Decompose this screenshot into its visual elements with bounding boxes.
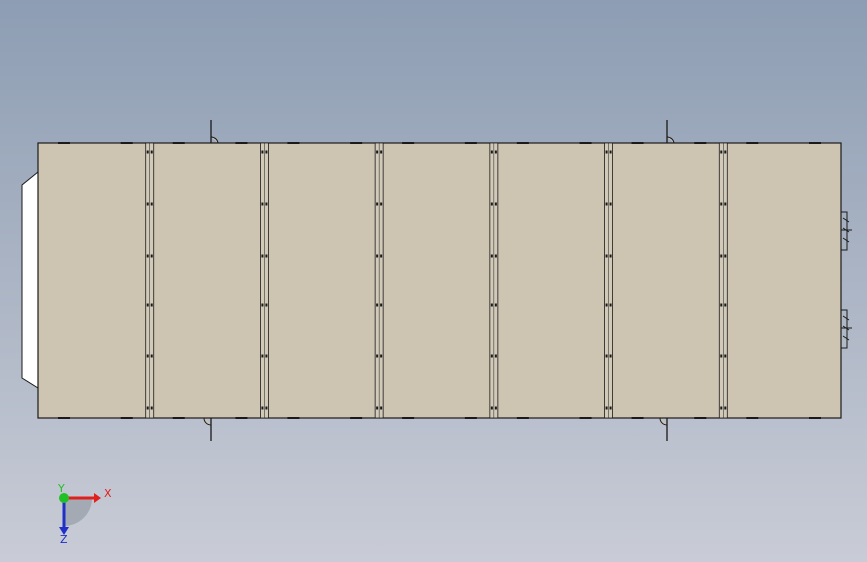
rail-bolt <box>490 303 493 307</box>
rail-bolt <box>146 150 149 154</box>
rail-bolt <box>490 254 493 258</box>
rail-bolt <box>376 354 379 358</box>
rail-bolt <box>494 303 497 307</box>
rail-bolt <box>490 202 493 206</box>
rail-bolt <box>724 354 727 358</box>
rail-bolt <box>265 202 268 206</box>
rail-bolt <box>380 354 383 358</box>
conveyor-top-view[interactable] <box>21 120 852 441</box>
rail-bolt <box>609 354 612 358</box>
rail-bolt <box>490 150 493 154</box>
rail-bolt <box>261 406 264 410</box>
rail-bolt <box>605 150 608 154</box>
rail-bolt <box>380 406 383 410</box>
rail-bolt <box>720 202 723 206</box>
rail-bolt <box>490 406 493 410</box>
rail-bolt <box>376 303 379 307</box>
rail-bolt <box>720 354 723 358</box>
rail-bolt <box>146 303 149 307</box>
rail-bolt <box>724 303 727 307</box>
rail-bolt <box>150 303 153 307</box>
rail-bolt <box>609 406 612 410</box>
y-axis-label: Y <box>57 482 65 495</box>
rail-bolt <box>609 303 612 307</box>
rail-bolt <box>380 150 383 154</box>
rail-bolt <box>494 202 497 206</box>
rail-bolt <box>265 406 268 410</box>
rail-bolt <box>494 354 497 358</box>
rail-bolt <box>150 254 153 258</box>
rail-bolt <box>265 254 268 258</box>
rail-bolt <box>724 150 727 154</box>
rail-bolt <box>720 150 723 154</box>
rail-bolt <box>490 354 493 358</box>
rail-bolt <box>261 150 264 154</box>
rail-bolt <box>494 406 497 410</box>
rail-bolt <box>261 254 264 258</box>
rail-bolt <box>609 254 612 258</box>
rail-bolt <box>494 254 497 258</box>
rail-bolt <box>376 406 379 410</box>
rail-bolt <box>724 202 727 206</box>
rail-bolt <box>376 254 379 258</box>
rail-bolt <box>146 202 149 206</box>
rail-bolt <box>265 150 268 154</box>
rail-bolt <box>720 254 723 258</box>
rail-bolt <box>380 254 383 258</box>
rail-bolt <box>605 202 608 206</box>
rail-bolt <box>146 406 149 410</box>
rail-bolt <box>380 303 383 307</box>
rail-bolt <box>380 202 383 206</box>
rail-bolt <box>609 150 612 154</box>
rail-bolt <box>720 303 723 307</box>
left-end-cap <box>21 170 39 389</box>
z-axis-label: Z <box>60 533 68 546</box>
rail-bolt <box>150 354 153 358</box>
rail-bolt <box>605 354 608 358</box>
rail-bolt <box>146 254 149 258</box>
rail-bolt <box>376 150 379 154</box>
rail-bolt <box>265 354 268 358</box>
rail-bolt <box>609 202 612 206</box>
rail-bolt <box>605 254 608 258</box>
x-axis-label: X <box>104 487 112 500</box>
rail-bolt <box>265 303 268 307</box>
cad-viewport[interactable]: X Y Z <box>0 0 867 562</box>
rail-bolt <box>150 150 153 154</box>
rail-bolt <box>261 354 264 358</box>
rail-bolt <box>376 202 379 206</box>
rail-bolt <box>724 406 727 410</box>
rail-bolt <box>150 406 153 410</box>
rail-bolt <box>605 303 608 307</box>
rail-bolt <box>261 202 264 206</box>
rail-bolt <box>494 150 497 154</box>
rail-bolt <box>724 254 727 258</box>
rail-bolt <box>605 406 608 410</box>
rail-bolt <box>150 202 153 206</box>
rail-bolt <box>720 406 723 410</box>
rail-bolt <box>146 354 149 358</box>
rail-bolt <box>261 303 264 307</box>
